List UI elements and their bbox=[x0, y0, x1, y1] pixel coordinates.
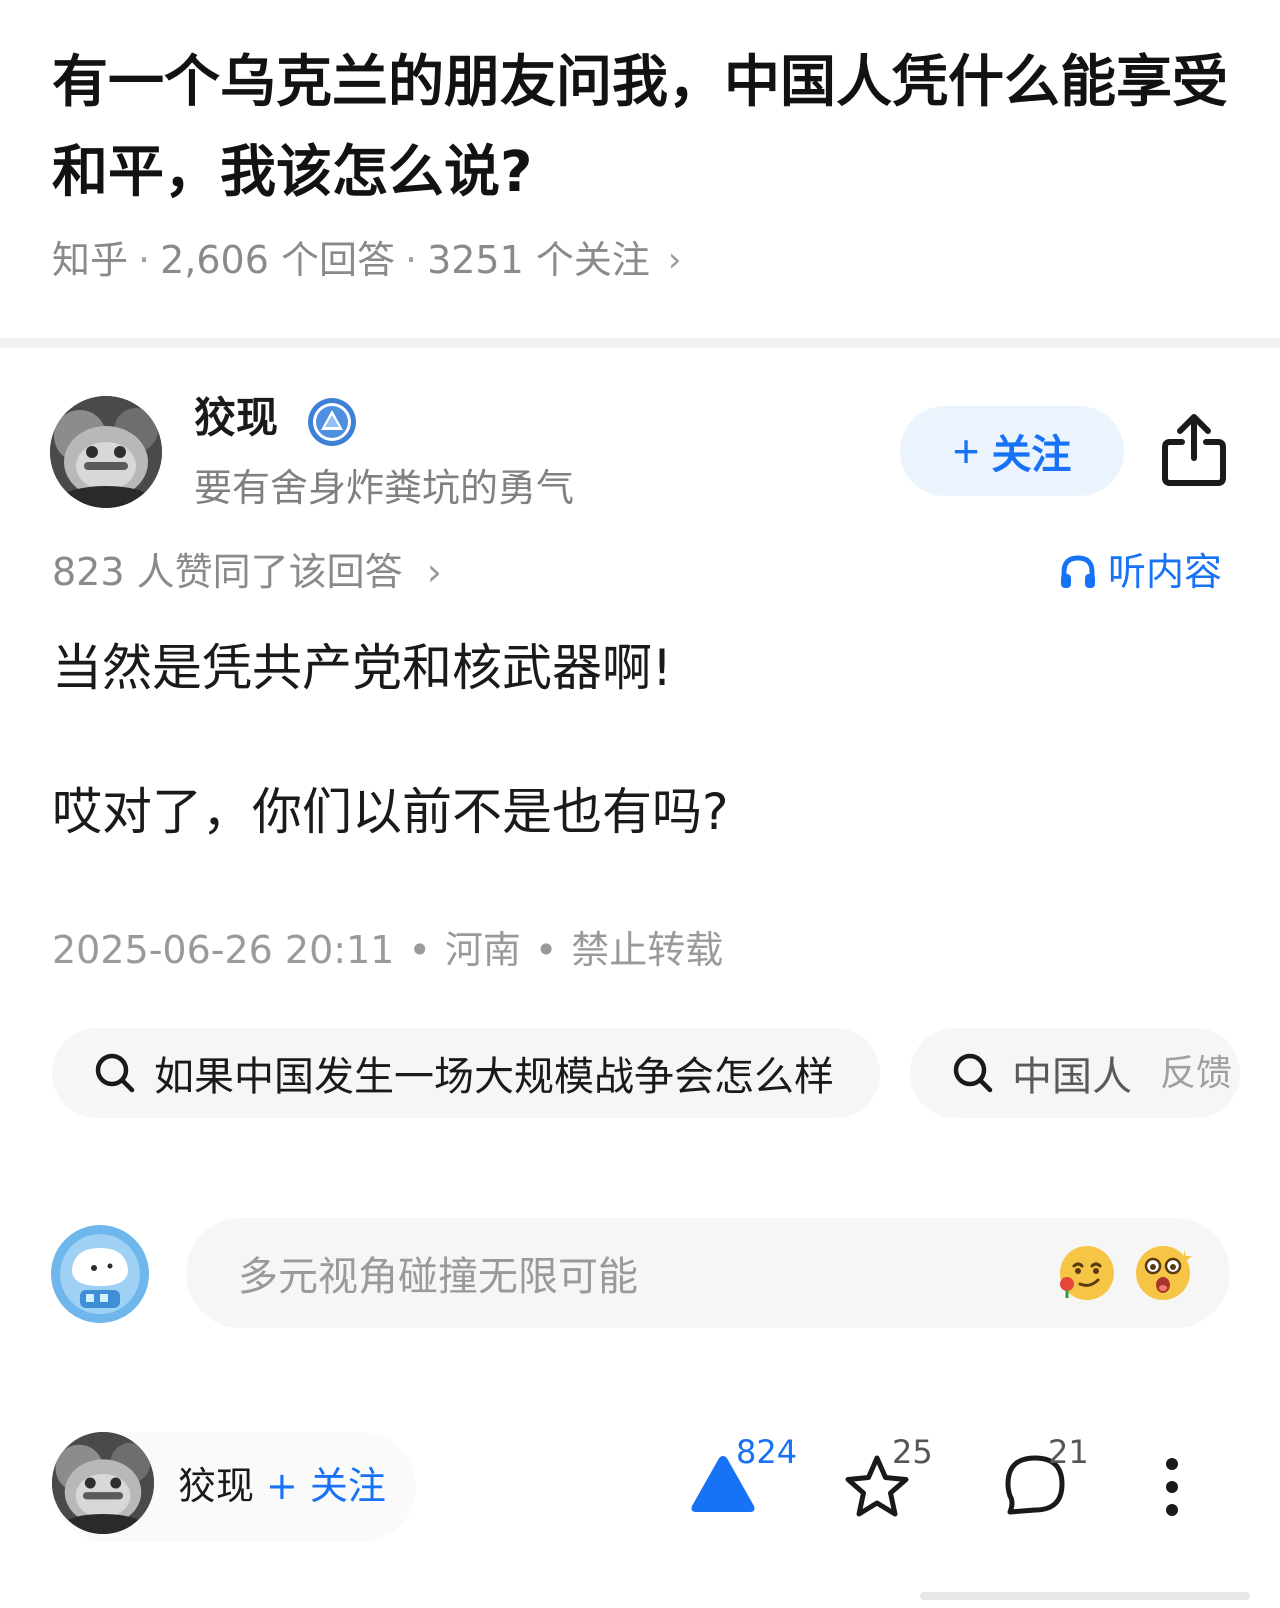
answers-count: 2,606 个回答 bbox=[160, 238, 395, 282]
meta-dot: • bbox=[408, 928, 431, 972]
author-avatar[interactable] bbox=[50, 396, 162, 508]
user-avatar[interactable] bbox=[50, 1224, 150, 1324]
related-search-label: 中国人 bbox=[1012, 1054, 1132, 1100]
answer-paragraph: 哎对了，你们以前不是也有吗? bbox=[52, 783, 729, 841]
chevron-right-icon: › bbox=[426, 550, 442, 594]
bottom-author-avatar[interactable] bbox=[52, 1432, 154, 1534]
listen-label: 听内容 bbox=[1108, 550, 1223, 594]
plus-icon: + bbox=[952, 425, 980, 477]
search-icon bbox=[95, 1053, 135, 1093]
share-icon[interactable] bbox=[1160, 412, 1228, 488]
meta-separator: · bbox=[404, 238, 418, 282]
feedback-button[interactable]: 反馈 bbox=[1160, 1044, 1232, 1104]
avatar-image bbox=[50, 396, 162, 508]
question-title[interactable]: 有一个乌克兰的朋友问我，中国人凭什么能享受和平，我该怎么说? bbox=[52, 38, 1232, 218]
meta-separator: · bbox=[138, 238, 151, 282]
bottom-follow-button[interactable]: + 关注 bbox=[266, 1456, 386, 1516]
upvote-count: 824 bbox=[736, 1433, 798, 1471]
author-bio: 要有舍身炸粪坑的勇气 bbox=[194, 466, 575, 510]
follow-label: 关注 bbox=[991, 433, 1072, 477]
answer-meta: 2025-06-26 20:11 • 河南 • 禁止转载 bbox=[52, 920, 723, 980]
comment-count: 21 bbox=[1048, 1433, 1089, 1471]
search-icon bbox=[953, 1053, 993, 1093]
chevron-right-icon: › bbox=[667, 240, 682, 280]
related-search-chip[interactable]: 如果中国发生一场大规模战争会怎么样 bbox=[52, 1028, 880, 1118]
answer-paragraph: 当然是凭共产党和核武器啊! bbox=[52, 639, 673, 697]
copyright-notice: 禁止转载 bbox=[571, 928, 724, 972]
headphones-icon bbox=[1061, 555, 1095, 588]
answer-date: 2025-06-26 20:11 bbox=[52, 928, 395, 972]
followers-count: 3251 个关注 bbox=[427, 238, 650, 282]
related-search-label: 如果中国发生一场大规模战争会怎么样 bbox=[154, 1054, 834, 1100]
author-name[interactable]: 狡现 bbox=[194, 388, 278, 448]
avatar-image bbox=[52, 1432, 154, 1534]
comment-placeholder: 多元视角碰撞无限可能 bbox=[238, 1254, 638, 1300]
verified-badge-icon bbox=[308, 398, 356, 446]
home-indicator bbox=[920, 1592, 1250, 1600]
answer-page: 有一个乌克兰的朋友问我，中国人凭什么能享受和平，我该怎么说? 知乎 · 2,60… bbox=[0, 0, 1280, 1608]
upvote-info-text: 823 人赞同了该回答 bbox=[52, 550, 403, 594]
bottom-author-name[interactable]: 狡现 bbox=[178, 1456, 254, 1516]
answer-location: 河南 bbox=[444, 928, 521, 972]
smirk-emoji-icon[interactable] bbox=[1058, 1244, 1116, 1302]
meta-dot: • bbox=[534, 928, 558, 972]
question-meta[interactable]: 知乎 · 2,606 个回答 · 3251 个关注 › bbox=[52, 230, 681, 290]
surprised-emoji-icon[interactable] bbox=[1134, 1244, 1192, 1302]
listen-button[interactable]: 听内容 bbox=[1058, 542, 1222, 602]
upvote-info[interactable]: 823 人赞同了该回答 › bbox=[52, 542, 442, 602]
source-label: 知乎 bbox=[52, 238, 129, 282]
follow-button[interactable]: + 关注 bbox=[900, 406, 1124, 496]
section-divider bbox=[0, 338, 1280, 348]
favorite-count: 25 bbox=[892, 1433, 933, 1471]
more-icon[interactable] bbox=[1162, 1456, 1182, 1518]
